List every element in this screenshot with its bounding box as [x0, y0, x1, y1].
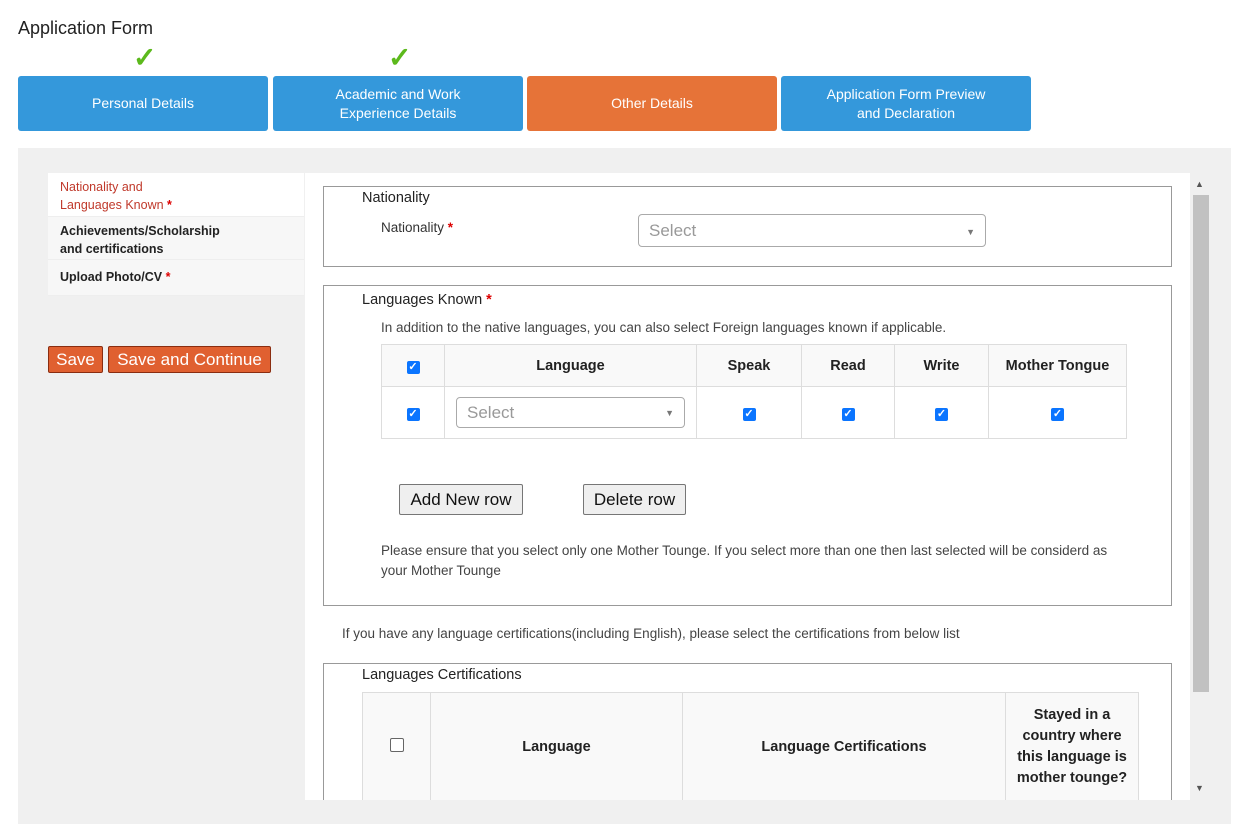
certifications-section: Languages Certifications Language Langua… — [323, 663, 1172, 800]
step-personal-details[interactable]: Personal Details — [18, 76, 268, 131]
column-header-language: Language — [430, 692, 683, 800]
scroll-up-arrow-icon[interactable]: ▲ — [1195, 179, 1204, 189]
sidebar-item-upload-photo-cv[interactable]: Upload Photo/CV * — [48, 260, 304, 296]
mother-tongue-cell: ✓ — [988, 386, 1127, 439]
scroll-down-arrow-icon[interactable]: ▼ — [1195, 783, 1204, 793]
read-checkbox[interactable]: ✓ — [841, 407, 855, 421]
languages-table: ✓ Language Speak Read Write Mother Tongu… — [381, 344, 1127, 439]
mother-tongue-note: Please ensure that you select only one M… — [381, 543, 1108, 578]
column-header-language: Language — [444, 344, 697, 387]
nationality-label-text: Nationality — [381, 220, 445, 235]
sidebar-item-achievements[interactable]: Achievements/Scholarship and certificati… — [48, 217, 304, 260]
languages-known-title: Languages Known * — [362, 292, 492, 308]
sidebar-item-nationality-languages[interactable]: Nationality and Languages Known * — [48, 173, 304, 217]
table-header-row: Language Language Certifications Stayed … — [362, 692, 1139, 800]
write-checkbox[interactable]: ✓ — [935, 407, 948, 421]
nationality-label: Nationality * — [381, 220, 453, 235]
required-mark: * — [486, 292, 492, 308]
nationality-select-value: Select — [649, 220, 697, 240]
languages-known-title-text: Languages Known — [362, 292, 483, 308]
language-select[interactable]: Select ▼ — [456, 397, 685, 428]
nationality-select[interactable]: Select ▼ — [638, 214, 986, 247]
certifications-table: Language Language Certifications Stayed … — [362, 692, 1139, 800]
column-header-write: Write — [894, 344, 989, 387]
row-select-cell: ✓ — [381, 386, 445, 439]
nationality-section-title: Nationality — [362, 190, 430, 206]
select-all-cell — [362, 692, 431, 800]
read-cell: ✓ — [801, 386, 895, 439]
select-all-cell: ✓ — [381, 344, 445, 387]
sidebar-item-label: Nationality and Languages Known — [60, 180, 164, 212]
language-cell: Select ▼ — [444, 386, 697, 439]
step-preview-declaration[interactable]: Application Form Preview and Declaration — [781, 76, 1031, 131]
speak-cell: ✓ — [696, 386, 802, 439]
sidebar: Nationality and Languages Known * Achiev… — [48, 173, 304, 296]
add-new-row-button[interactable]: Add New row — [399, 484, 523, 515]
column-header-stayed-in-country: Stayed in a country where this language … — [1005, 692, 1139, 800]
checkmark-icon: ✓ — [388, 42, 412, 73]
scroll-thumb[interactable] — [1193, 195, 1209, 692]
languages-known-section: Languages Known * In addition to the nat… — [323, 285, 1172, 606]
select-all-checkbox[interactable]: ✓ — [406, 360, 420, 374]
languages-intro: In addition to the native languages, you… — [381, 320, 947, 335]
caret-down-icon: ▼ — [966, 226, 975, 237]
caret-down-icon: ▼ — [665, 408, 674, 418]
required-mark: * — [167, 198, 172, 212]
content-scrollbar[interactable]: ▲ ▼ — [1191, 173, 1211, 800]
checkmark-icon: ✓ — [133, 42, 157, 73]
row-select-checkbox[interactable]: ✓ — [406, 407, 420, 421]
select-all-checkbox[interactable] — [389, 737, 404, 752]
save-button[interactable]: Save — [48, 346, 103, 373]
sidebar-item-label: Upload Photo/CV — [60, 270, 163, 284]
column-header-speak: Speak — [696, 344, 802, 387]
nationality-section: Nationality Nationality * Select ▼ — [323, 186, 1172, 267]
column-header-language-certifications: Language Certifications — [682, 692, 1006, 800]
delete-row-button[interactable]: Delete row — [583, 484, 686, 515]
table-header-row: ✓ Language Speak Read Write Mother Tongu… — [381, 344, 1127, 387]
column-header-mother-tongue: Mother Tongue — [988, 344, 1127, 387]
step-other-details[interactable]: Other Details — [527, 76, 777, 131]
form-content: Nationality Nationality * Select ▼ Langu… — [305, 173, 1190, 800]
step-academic-work-details[interactable]: Academic and Work Experience Details — [273, 76, 523, 131]
mother-tongue-checkbox[interactable]: ✓ — [1051, 407, 1064, 421]
required-mark: * — [447, 220, 454, 235]
required-mark: * — [165, 270, 171, 284]
page-title: Application Form — [18, 18, 154, 38]
sidebar-item-label: Achievements/Scholarship and certificati… — [60, 224, 220, 256]
certifications-title: Languages Certifications — [362, 667, 522, 683]
speak-checkbox[interactable]: ✓ — [742, 407, 756, 421]
save-and-continue-button[interactable]: Save and Continue — [108, 346, 271, 373]
language-select-value: Select — [467, 403, 515, 422]
column-header-read: Read — [801, 344, 895, 387]
certifications-intro: If you have any language certifications(… — [342, 626, 960, 641]
write-cell: ✓ — [894, 386, 989, 439]
table-row: ✓ Select ▼ ✓ ✓ ✓ ✓ — [381, 386, 1127, 439]
